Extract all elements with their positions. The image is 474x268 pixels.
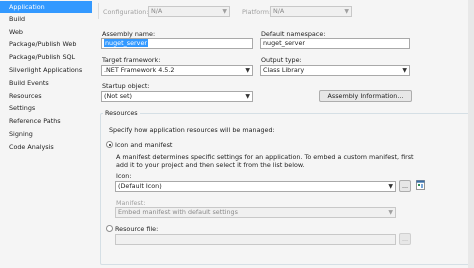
sidebar-item-reference-paths[interactable]: Reference Paths [0, 115, 92, 127]
sidebar-item-web[interactable]: Web [0, 26, 92, 38]
resources-intro: Specify how application resources will b… [109, 126, 275, 134]
output-type-label: Output type: [261, 56, 302, 64]
sidebar-item-build-events[interactable]: Build Events [0, 77, 92, 89]
resource-file-input[interactable] [115, 234, 396, 245]
default-namespace-input[interactable]: nuget_server [260, 38, 410, 49]
manifest-label: Manifest: [116, 199, 146, 207]
chevron-down-icon: ▼ [344, 8, 349, 15]
sidebar-item-package-publish-sql[interactable]: Package/Publish SQL [0, 51, 92, 63]
configuration-label: Configuration: [103, 8, 149, 16]
configuration-select[interactable]: N/A ▼ [148, 6, 230, 17]
target-framework-value: .NET Framework 4.5.2 [104, 66, 175, 74]
resource-file-radio[interactable] [106, 225, 113, 232]
icon-value: (Default Icon) [118, 182, 162, 190]
application-properties-panel: Configuration: N/A ▼ Platform: N/A ▼ Ass… [95, 0, 474, 268]
icon-and-manifest-label[interactable]: Icon and manifest [115, 141, 172, 149]
startup-object-value: (Not set) [104, 92, 132, 100]
resource-file-browse-button[interactable]: ... [399, 233, 411, 245]
resources-legend: Resources [103, 109, 140, 117]
resource-file-label[interactable]: Resource file: [115, 225, 158, 233]
sidebar-item-signing[interactable]: Signing [0, 128, 92, 140]
assembly-information-button[interactable]: Assembly Information... [319, 90, 412, 102]
toolbar-separator [98, 3, 99, 19]
platform-label: Platform: [242, 8, 272, 16]
chevron-down-icon: ▼ [245, 93, 250, 100]
target-framework-select[interactable]: .NET Framework 4.5.2 ▼ [101, 65, 253, 76]
sidebar-item-build[interactable]: Build [0, 13, 92, 25]
sidebar-item-application[interactable]: Application [0, 1, 92, 13]
chevron-down-icon: ▼ [388, 183, 393, 190]
icon-browse-button[interactable]: ... [399, 180, 411, 192]
default-namespace-label: Default namespace: [261, 30, 326, 38]
sidebar: Application Build Web Package/Publish We… [0, 0, 92, 268]
output-type-select[interactable]: Class Library ▼ [260, 65, 410, 76]
sidebar-item-settings[interactable]: Settings [0, 102, 92, 114]
startup-object-label: Startup object: [102, 82, 150, 90]
icon-select[interactable]: (Default Icon) ▼ [115, 181, 396, 192]
manifest-select[interactable]: Embed manifest with default settings ▼ [115, 207, 396, 218]
assembly-name-value: nuget_server [104, 39, 149, 47]
configuration-value: N/A [151, 7, 163, 15]
platform-value: N/A [273, 7, 285, 15]
vertical-scrollbar[interactable] [468, 0, 474, 268]
sidebar-item-resources[interactable]: Resources [0, 90, 92, 102]
application-icon [416, 180, 425, 190]
sidebar-item-package-publish-web[interactable]: Package/Publish Web [0, 38, 92, 50]
icon-preview [416, 180, 425, 190]
manifest-description: A manifest determines specific settings … [116, 153, 414, 169]
sidebar-item-silverlight-applications[interactable]: Silverlight Applications [0, 64, 92, 76]
target-framework-label: Target framework: [102, 56, 161, 64]
output-type-value: Class Library [263, 66, 305, 74]
assembly-name-label: Assembly name: [102, 30, 156, 38]
chevron-down-icon: ▼ [245, 67, 250, 74]
chevron-down-icon: ▼ [222, 8, 227, 15]
default-namespace-value: nuget_server [263, 39, 306, 47]
manifest-value: Embed manifest with default settings [118, 208, 238, 216]
icon-label: Icon: [116, 172, 132, 180]
startup-object-select[interactable]: (Not set) ▼ [101, 91, 253, 102]
chevron-down-icon: ▼ [402, 67, 407, 74]
icon-and-manifest-radio[interactable] [106, 141, 113, 148]
platform-select[interactable]: N/A ▼ [270, 6, 352, 17]
assembly-name-input[interactable]: nuget_server [101, 38, 253, 49]
sidebar-item-code-analysis[interactable]: Code Analysis [0, 141, 92, 153]
chevron-down-icon: ▼ [388, 209, 393, 216]
